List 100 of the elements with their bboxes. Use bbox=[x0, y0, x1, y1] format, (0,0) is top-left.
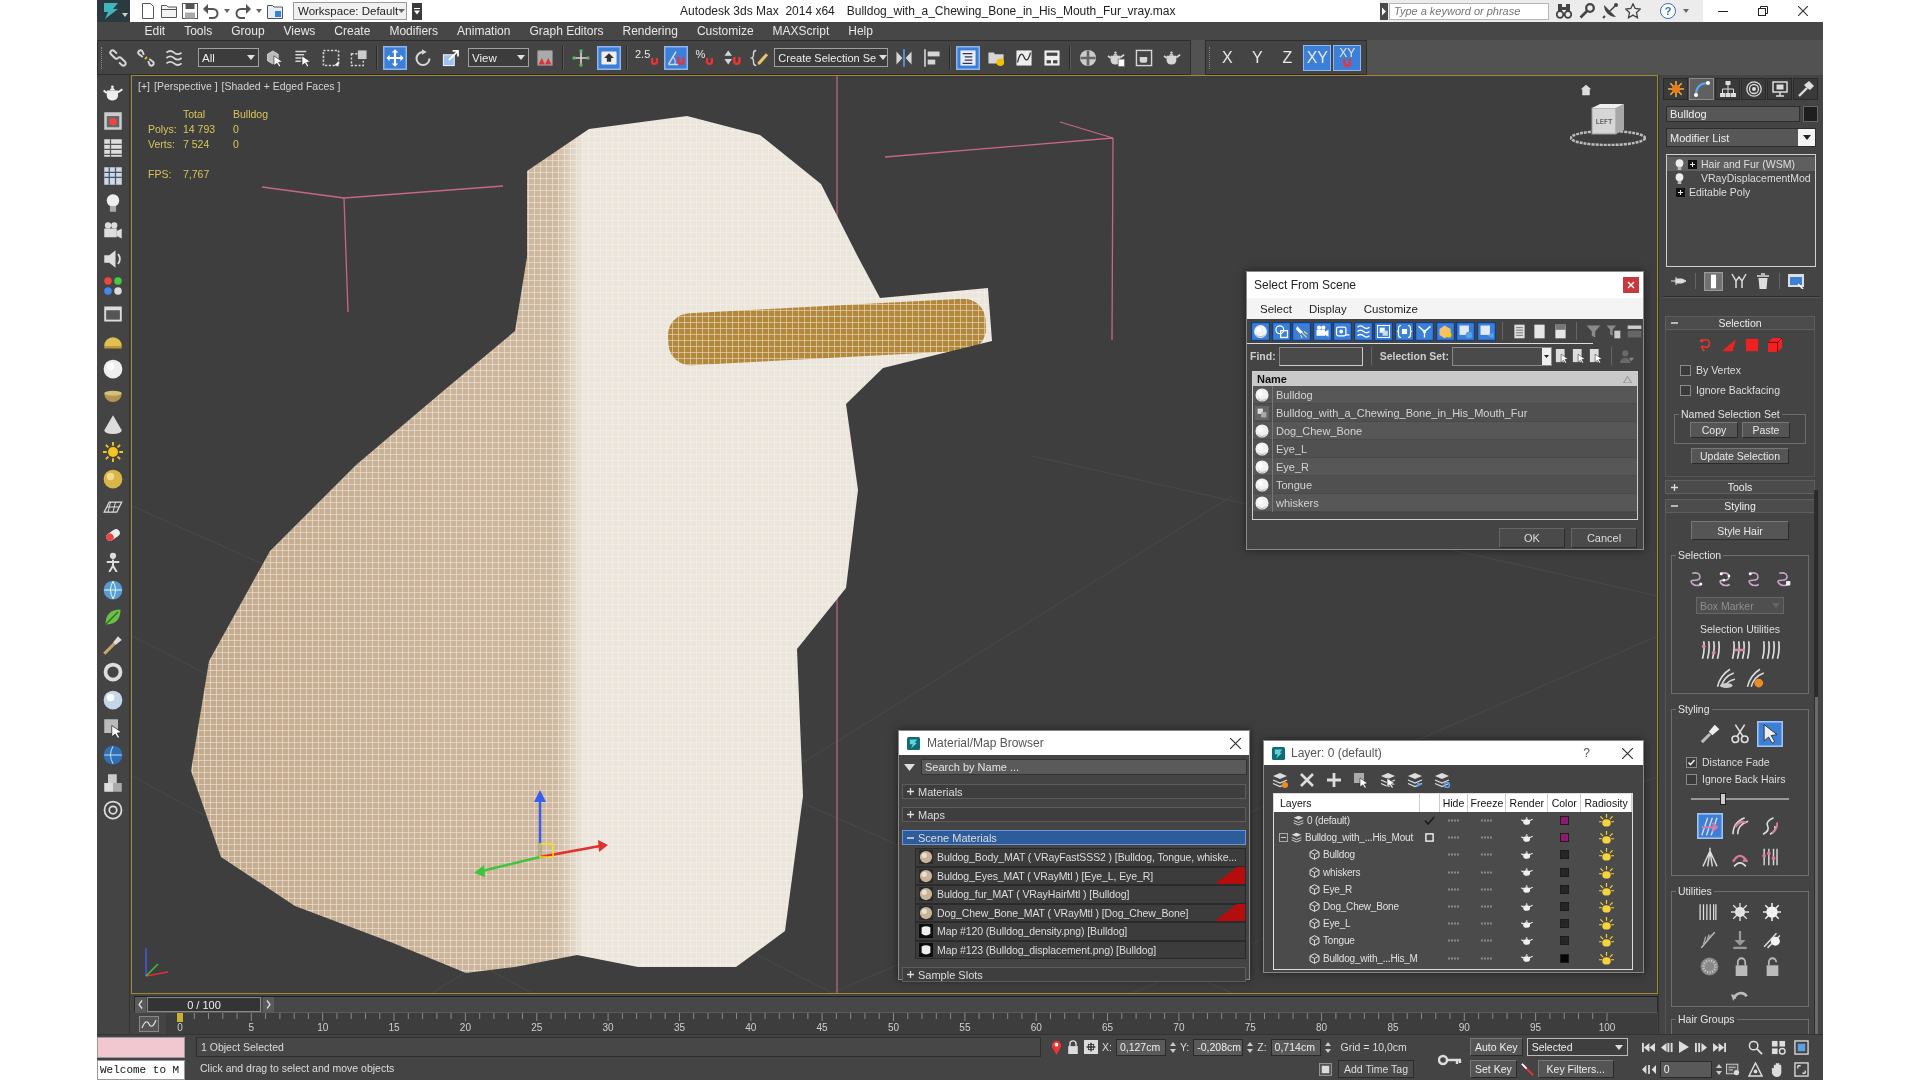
listener-input-field[interactable] bbox=[97, 1037, 185, 1058]
column-header[interactable]: Render bbox=[1506, 794, 1549, 812]
time-slider-track[interactable]: 0 / 100 bbox=[134, 996, 1658, 1013]
dash-icon[interactable] bbox=[1448, 956, 1461, 960]
material-row[interactable]: Map #120 (Bulldog_density.png) [Bulldog] bbox=[915, 922, 1246, 941]
column-header[interactable]: Hide bbox=[1439, 794, 1469, 812]
close-icon[interactable] bbox=[1622, 747, 1633, 759]
time-config-icon[interactable] bbox=[1725, 1062, 1740, 1076]
speaker-icon[interactable] bbox=[103, 248, 123, 269]
dash-icon[interactable] bbox=[1448, 853, 1461, 857]
panel-tab[interactable] bbox=[1793, 78, 1818, 100]
page-cursor-icon[interactable] bbox=[1572, 349, 1587, 363]
caret-down-icon[interactable] bbox=[412, 2, 422, 20]
menu-item[interactable]: Select bbox=[1260, 302, 1292, 315]
map-pin-icon[interactable] bbox=[1051, 1039, 1062, 1055]
group-squares-icon[interactable] bbox=[1374, 321, 1393, 341]
leaf-icon[interactable] bbox=[103, 607, 123, 628]
help-button[interactable]: ? bbox=[1583, 746, 1590, 760]
spotlight-icon[interactable] bbox=[1292, 321, 1311, 341]
panel-button[interactable]: Style Hair bbox=[1691, 521, 1789, 540]
dash-icon[interactable] bbox=[1448, 922, 1461, 926]
teapot-icon[interactable] bbox=[1521, 884, 1534, 895]
shapes-icon[interactable] bbox=[1271, 321, 1291, 341]
panel-button[interactable]: Paste bbox=[1742, 422, 1790, 438]
sun-icon[interactable] bbox=[1599, 848, 1615, 862]
spinner-arrows-icon[interactable] bbox=[1324, 1041, 1331, 1053]
dash-icon[interactable] bbox=[1448, 836, 1460, 840]
fuzzy-ball-icon[interactable] bbox=[1699, 957, 1719, 976]
frame-field[interactable]: 0 bbox=[1659, 1060, 1712, 1078]
search-field[interactable]: Type a keyword or phrase bbox=[1389, 2, 1549, 20]
satellite-dish-icon[interactable] bbox=[1602, 3, 1618, 19]
dash-icon[interactable] bbox=[1481, 853, 1494, 857]
axis-constraint-button[interactable]: X bbox=[1214, 45, 1241, 70]
home-icon[interactable] bbox=[1580, 84, 1592, 96]
menu-item[interactable]: Customize bbox=[1363, 302, 1418, 315]
redo-arrow-icon[interactable] bbox=[235, 3, 251, 19]
sun-icon[interactable] bbox=[1599, 951, 1615, 965]
feather-icon[interactable] bbox=[1699, 931, 1717, 949]
teapot-icon[interactable] bbox=[1521, 867, 1534, 878]
caret-down-icon[interactable] bbox=[224, 9, 230, 13]
render-window-icon[interactable] bbox=[103, 110, 123, 131]
add-plus-icon[interactable] bbox=[1326, 772, 1342, 788]
viewport-label[interactable]: [Shaded + Edged Faces ] bbox=[221, 80, 341, 92]
tape-measure-icon[interactable] bbox=[1333, 321, 1352, 341]
coordinate-field[interactable]: 0,714cm bbox=[1270, 1038, 1321, 1056]
new-document-icon[interactable] bbox=[140, 3, 156, 19]
viewport-label[interactable]: [+] bbox=[138, 80, 150, 92]
previous-frame-icon[interactable] bbox=[1660, 1041, 1673, 1053]
search-field[interactable]: Search by Name ... bbox=[921, 759, 1247, 775]
down-arrow-icon[interactable] bbox=[1731, 931, 1749, 949]
camera-icon[interactable] bbox=[1312, 321, 1332, 341]
dash-icon[interactable] bbox=[1448, 819, 1460, 823]
column-header[interactable]: Layers bbox=[1274, 794, 1420, 812]
sphere-icon[interactable] bbox=[103, 469, 123, 490]
undo-arrow-icon[interactable] bbox=[203, 3, 219, 19]
spinner-arrows-icon[interactable] bbox=[1169, 1041, 1176, 1053]
strand-ball-icon[interactable] bbox=[1763, 931, 1781, 949]
panel-tab[interactable] bbox=[1689, 78, 1714, 100]
sun-icon[interactable] bbox=[103, 441, 123, 462]
set-key-button[interactable]: Set Key bbox=[1470, 1060, 1517, 1078]
globe-icon[interactable] bbox=[103, 745, 123, 766]
teapot-icon[interactable] bbox=[1521, 918, 1534, 929]
panel-tab[interactable] bbox=[1715, 78, 1740, 100]
angle-magnet-icon[interactable] bbox=[664, 45, 689, 70]
collapse-box-icon[interactable] bbox=[1279, 833, 1288, 843]
color-swatch-icon[interactable] bbox=[1560, 884, 1570, 894]
dash-icon[interactable] bbox=[1481, 870, 1494, 874]
sun-icon[interactable] bbox=[1599, 814, 1615, 828]
binoculars-icon[interactable] bbox=[1556, 3, 1572, 19]
add-time-tag-button[interactable]: Add Time Tag bbox=[1338, 1060, 1414, 1078]
dash-icon[interactable] bbox=[1448, 870, 1461, 874]
curve-editor-icon[interactable] bbox=[139, 1015, 159, 1032]
hair-dot-icon[interactable] bbox=[1745, 668, 1765, 688]
layer-row[interactable]: Bulldog_with_...His_Mout bbox=[1274, 829, 1632, 847]
checkbox[interactable] bbox=[1680, 384, 1691, 396]
color-swatch-icon[interactable] bbox=[1560, 902, 1570, 912]
star-icon[interactable] bbox=[1625, 3, 1641, 19]
teapot-icon[interactable] bbox=[1521, 953, 1534, 964]
time-slider-thumb[interactable]: 0 / 100 bbox=[147, 997, 261, 1012]
close-icon[interactable] bbox=[1623, 277, 1639, 293]
color-swatch-icon[interactable] bbox=[1560, 936, 1570, 946]
layers-gear-icon[interactable] bbox=[1434, 772, 1450, 788]
expand-box-icon[interactable] bbox=[1676, 187, 1685, 197]
ring-icon[interactable] bbox=[103, 800, 123, 821]
key-mode-icon[interactable] bbox=[1520, 1062, 1534, 1076]
project-folder-icon[interactable] bbox=[267, 3, 283, 19]
layer-row[interactable]: Bulldog_with_...His_M bbox=[1274, 949, 1632, 967]
keyboard-key-icon[interactable] bbox=[597, 45, 621, 70]
dash-icon[interactable] bbox=[1481, 887, 1494, 891]
restore-icon[interactable] bbox=[1758, 6, 1768, 16]
zoom-all-icon[interactable] bbox=[1770, 1039, 1786, 1055]
layer-row[interactable]: Bulldog bbox=[1274, 846, 1632, 864]
material-row[interactable]: Buldog_fur_MAT ( VRayHairMtl ) [Bulldog] bbox=[915, 885, 1246, 904]
teapot-icon[interactable] bbox=[1521, 815, 1534, 826]
listener-output-field[interactable]: Welcome to M bbox=[97, 1060, 185, 1080]
modifier-item[interactable]: Hair and Fur (WSM) bbox=[1667, 157, 1815, 171]
column-header[interactable]: Name bbox=[1253, 372, 1637, 386]
go-to-end-icon[interactable] bbox=[1712, 1041, 1726, 1053]
expand-box-icon[interactable] bbox=[1688, 159, 1697, 169]
color-swatch-icon[interactable] bbox=[1560, 919, 1570, 929]
